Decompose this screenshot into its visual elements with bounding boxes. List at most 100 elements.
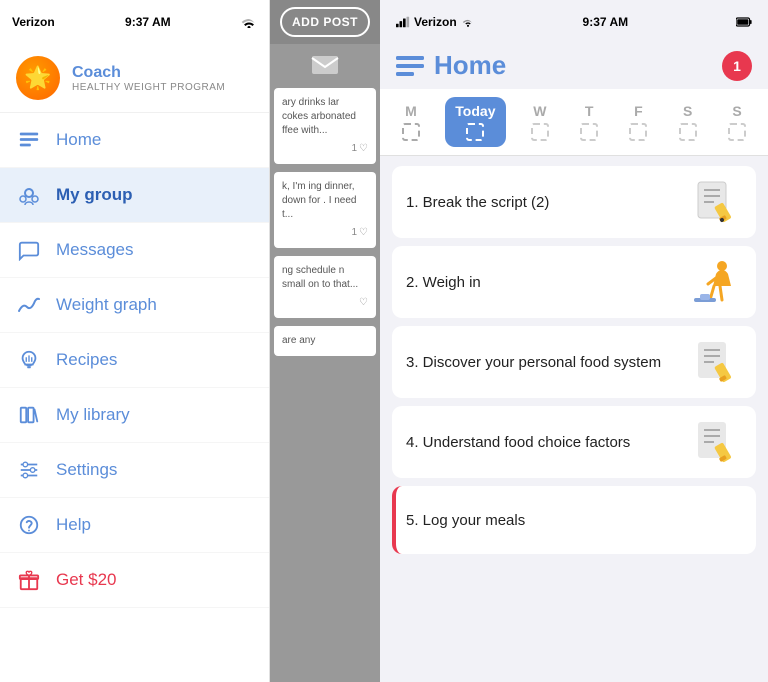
- task-1-emoji: [694, 180, 742, 224]
- sidebar-item-get20[interactable]: Get $20: [0, 553, 269, 608]
- day-s1-label: S: [683, 103, 692, 119]
- home-title-row: Home: [396, 50, 506, 81]
- coach-section[interactable]: 🌟 Coach HEALTHY WEIGHT PROGRAM: [0, 44, 269, 113]
- day-selector: M Today W T F S S: [380, 89, 768, 156]
- coach-avatar: 🌟: [16, 56, 60, 100]
- task-2-text: 2. Weigh in: [406, 272, 692, 293]
- sidebar-item-messages-label: Messages: [56, 240, 133, 260]
- task-4-text: 4. Understand food choice factors: [406, 432, 694, 453]
- day-m-checkbox: [402, 123, 420, 141]
- sidebar-item-mygroup[interactable]: My group: [0, 168, 269, 223]
- time-left: 9:37 AM: [125, 15, 171, 29]
- sidebar-item-recipes[interactable]: Recipes: [0, 333, 269, 388]
- feed-item-4-text: are any: [282, 334, 368, 348]
- home-icon: [16, 127, 42, 153]
- status-bar-left: Verizon 9:37 AM: [0, 0, 269, 44]
- day-item-m[interactable]: M: [396, 99, 426, 145]
- day-t-label: T: [585, 103, 594, 119]
- carrier-left: Verizon: [12, 15, 55, 29]
- task-1-text: 1. Break the script (2): [406, 192, 694, 213]
- feed-item-2-text: k, I'm ing dinner, down for . I need t..…: [282, 180, 368, 222]
- time-right: 9:37 AM: [583, 15, 629, 29]
- sidebar-item-weightgraph-label: Weight graph: [56, 295, 157, 315]
- sidebar-item-library-label: My library: [56, 405, 130, 425]
- status-icons-left: [241, 16, 257, 28]
- list-icon: [396, 54, 424, 78]
- sidebar-item-settings[interactable]: Settings: [0, 443, 269, 498]
- sidebar-item-get20-label: Get $20: [56, 570, 117, 590]
- task-1-icon: [694, 180, 742, 224]
- day-s2-label: S: [732, 103, 741, 119]
- task-item-4[interactable]: 4. Understand food choice factors: [392, 406, 756, 478]
- wifi-icon-right: [461, 16, 475, 28]
- day-f-checkbox: [629, 123, 647, 141]
- feed-item-4[interactable]: are any: [274, 326, 376, 356]
- feed-item-2[interactable]: k, I'm ing dinner, down for . I need t..…: [274, 172, 376, 248]
- day-t-checkbox: [580, 123, 598, 141]
- signal-icon: [396, 16, 410, 28]
- task-item-3[interactable]: 3. Discover your personal food system: [392, 326, 756, 398]
- settings-icon: [16, 457, 42, 483]
- help-icon: [16, 512, 42, 538]
- day-item-w[interactable]: W: [525, 99, 555, 145]
- day-item-today[interactable]: Today: [445, 97, 505, 147]
- status-left: Verizon: [396, 15, 475, 29]
- day-item-s2[interactable]: S: [722, 99, 752, 145]
- day-today-label: Today: [455, 103, 495, 119]
- sidebar-item-home[interactable]: Home: [0, 113, 269, 168]
- task-item-2[interactable]: 2. Weigh in: [392, 246, 756, 318]
- task-2-emoji: [692, 260, 742, 304]
- feed-item-1[interactable]: ary drinks lar cokes arbonated ffee with…: [274, 88, 376, 164]
- left-panel: Verizon 9:37 AM 🌟 Coach HEALTHY WEIGHT P…: [0, 0, 270, 682]
- day-item-t[interactable]: T: [574, 99, 604, 145]
- sidebar-item-messages[interactable]: Messages: [0, 223, 269, 278]
- messages-icon: [16, 237, 42, 263]
- feed-item-3-text: ng schedule n small on to that...: [282, 264, 368, 292]
- day-item-f[interactable]: F: [623, 99, 653, 145]
- sidebar-item-mygroup-label: My group: [56, 185, 133, 205]
- feed-item-1-text: ary drinks lar cokes arbonated ffee with…: [282, 96, 368, 138]
- carrier-right: Verizon: [414, 15, 457, 29]
- task-item-5[interactable]: 5. Log your meals: [392, 486, 756, 554]
- sidebar-item-help-label: Help: [56, 515, 91, 535]
- add-post-button[interactable]: ADD POST: [280, 7, 370, 37]
- day-today-checkbox: [466, 123, 484, 141]
- feed-item-3-like: ♡: [282, 296, 368, 310]
- day-item-s1[interactable]: S: [673, 99, 703, 145]
- status-right-icons: [736, 16, 752, 28]
- middle-panel: ADD POST ary drinks lar cokes arbonated …: [270, 0, 380, 682]
- page-title: Home: [434, 50, 506, 81]
- task-5-text: 5. Log your meals: [406, 510, 742, 531]
- status-bar-right: Verizon 9:37 AM: [380, 0, 768, 44]
- nav-menu: Home My group Messages: [0, 113, 269, 682]
- notification-count: 1: [733, 58, 741, 74]
- mail-icon-container: [270, 44, 380, 84]
- sidebar-item-weightgraph[interactable]: Weight graph: [0, 278, 269, 333]
- coach-info: Coach HEALTHY WEIGHT PROGRAM: [72, 64, 225, 93]
- sidebar-item-help[interactable]: Help: [0, 498, 269, 553]
- middle-status-bar: ADD POST: [270, 0, 380, 44]
- coach-subtitle: HEALTHY WEIGHT PROGRAM: [72, 82, 225, 93]
- sidebar-item-settings-label: Settings: [56, 460, 117, 480]
- notification-badge[interactable]: 1: [722, 51, 752, 81]
- graph-icon: [16, 292, 42, 318]
- task-3-text: 3. Discover your personal food system: [406, 352, 694, 373]
- right-header: Home 1: [380, 44, 768, 89]
- task-4-icon: [694, 420, 742, 464]
- gift-icon: [16, 567, 42, 593]
- day-f-label: F: [634, 103, 643, 119]
- feed-item-3[interactable]: ng schedule n small on to that... ♡: [274, 256, 376, 318]
- task-item-1[interactable]: 1. Break the script (2): [392, 166, 756, 238]
- sidebar-item-recipes-label: Recipes: [56, 350, 117, 370]
- sidebar-item-library[interactable]: My library: [0, 388, 269, 443]
- feed-item-1-like: 1 ♡: [282, 142, 368, 156]
- task-4-emoji: [694, 420, 742, 464]
- task-2-icon: [692, 260, 742, 304]
- day-s1-checkbox: [679, 123, 697, 141]
- library-icon: [16, 402, 42, 428]
- task-3-emoji: [694, 340, 742, 384]
- recipes-icon: [16, 347, 42, 373]
- day-s2-checkbox: [728, 123, 746, 141]
- sidebar-item-home-label: Home: [56, 130, 101, 150]
- task-list: 1. Break the script (2) 2. Weigh in: [380, 156, 768, 682]
